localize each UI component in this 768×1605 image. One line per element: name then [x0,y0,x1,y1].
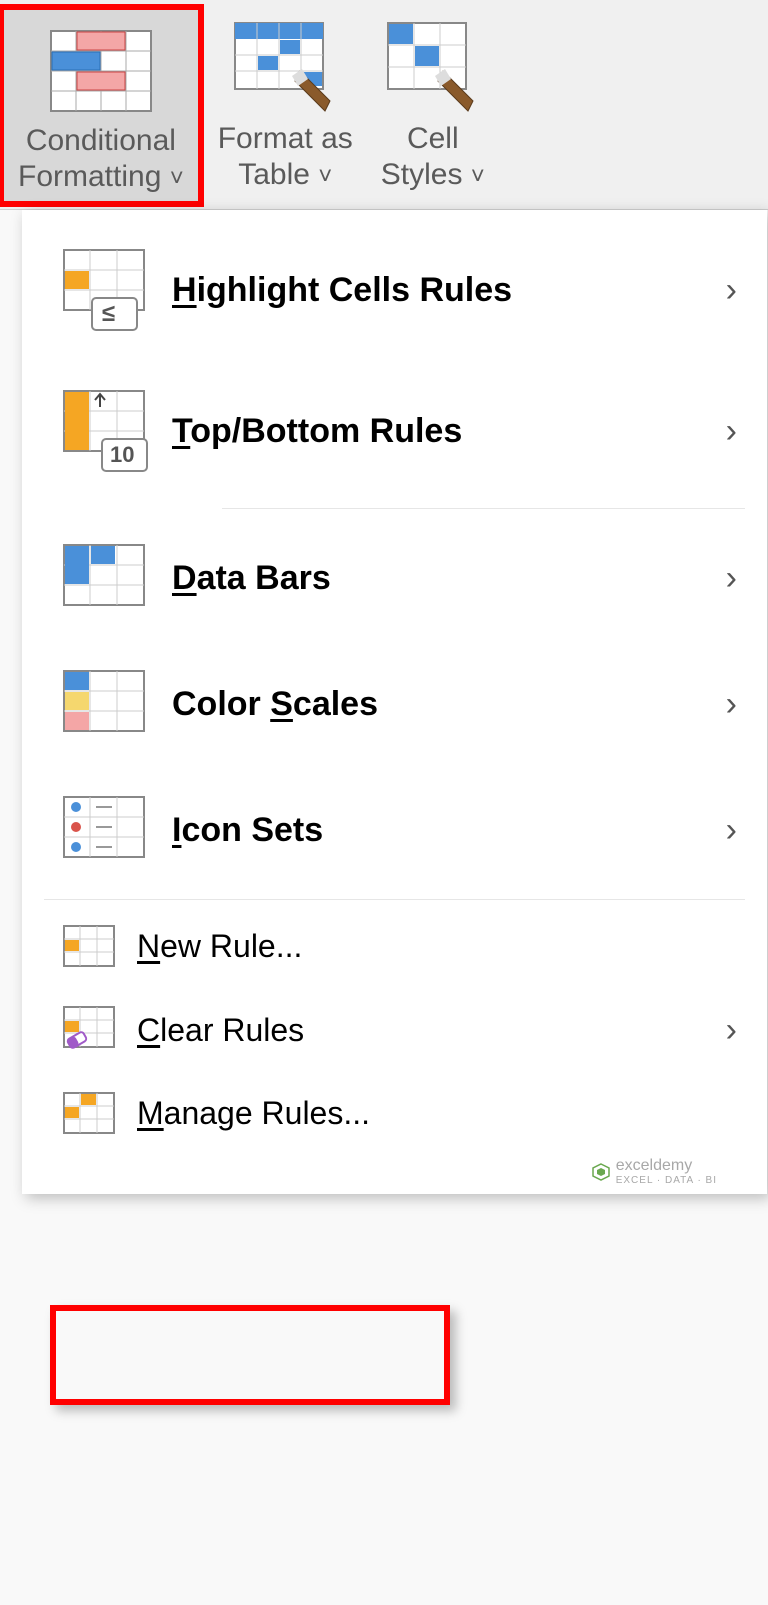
chevron-down-icon: ˅ [318,163,332,190]
color-scales-icon [62,669,172,739]
manage-rules-item[interactable]: Manage Rules... [22,1073,767,1154]
new-rule-highlight [50,1305,450,1405]
new-rule-icon [62,924,137,969]
format-as-table-label: Format asTable ˅ [218,121,353,193]
svg-text:≤: ≤ [102,300,115,327]
conditional-formatting-button[interactable]: ConditionalFormatting ˅ [0,4,204,207]
watermark-tag: EXCEL · DATA · BI [616,1175,717,1186]
clear-rules-label: Clear Rules [137,1012,726,1049]
cell-styles-label: CellStyles ˅ [381,121,485,193]
clear-rules-icon [62,1005,137,1055]
ribbon-styles-group: ConditionalFormatting ˅ Format asTable ˅ [0,0,768,210]
conditional-formatting-dropdown: ≤ Highlight Cells Rules › 10 Top/Bottom … [22,210,767,1194]
watermark-name: exceldemy [616,1157,717,1175]
conditional-formatting-label: ConditionalFormatting ˅ [18,123,184,195]
chevron-down-icon: ˅ [471,163,485,190]
svg-text:10: 10 [110,442,134,467]
chevron-down-icon: ˅ [170,165,184,192]
data-bars-label: Data Bars [172,559,726,598]
cell-styles-icon [383,16,483,121]
menu-divider [222,508,745,509]
data-bars-icon [62,543,172,613]
watermark: exceldemy EXCEL · DATA · BI [592,1157,717,1186]
chevron-right-icon: › [726,559,737,598]
new-rule-item[interactable]: New Rule... [22,906,767,987]
data-bars-item[interactable]: Data Bars › [22,515,767,641]
highlight-cells-rules-item[interactable]: ≤ Highlight Cells Rules › [22,220,767,361]
highlight-cells-label: Highlight Cells Rules [172,271,726,310]
conditional-formatting-icon [41,18,161,123]
manage-rules-label: Manage Rules... [137,1095,737,1132]
clear-rules-item[interactable]: Clear Rules › [22,987,767,1073]
top-bottom-icon: 10 [62,389,172,474]
format-as-table-button[interactable]: Format asTable ˅ [204,10,367,201]
cell-styles-button[interactable]: CellStyles ˅ [367,10,499,201]
watermark-icon [592,1163,610,1181]
menu-divider [44,899,745,900]
highlight-cells-icon: ≤ [62,248,172,333]
icon-sets-item[interactable]: Icon Sets › [22,767,767,893]
chevron-right-icon: › [726,412,737,451]
manage-rules-icon [62,1091,137,1136]
top-bottom-label: Top/Bottom Rules [172,412,726,451]
color-scales-label: Color Scales [172,685,726,724]
chevron-right-icon: › [726,1011,737,1050]
chevron-right-icon: › [726,271,737,310]
format-as-table-icon [230,16,340,121]
top-bottom-rules-item[interactable]: 10 Top/Bottom Rules › [22,361,767,502]
chevron-right-icon: › [726,685,737,724]
icon-sets-label: Icon Sets [172,811,726,850]
new-rule-label: New Rule... [137,928,737,965]
color-scales-item[interactable]: Color Scales › [22,641,767,767]
icon-sets-icon [62,795,172,865]
chevron-right-icon: › [726,811,737,850]
